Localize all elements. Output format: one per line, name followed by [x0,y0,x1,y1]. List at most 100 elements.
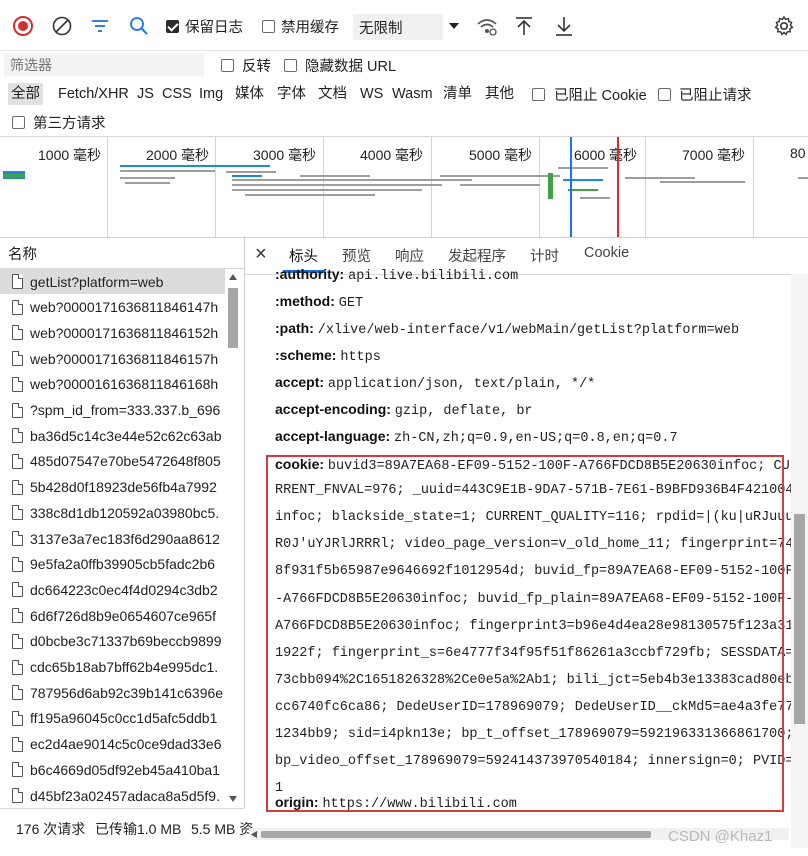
search-icon[interactable] [128,13,150,39]
timeline-tick-label: 7000 毫秒 [682,147,746,163]
type-media[interactable]: 媒体 [232,83,267,105]
scroll-left-arrow-icon[interactable] [251,831,257,838]
disable-cache-check[interactable] [262,19,275,33]
timeline-bar [625,177,695,179]
invert-checkbox[interactable]: 反转 [221,55,271,75]
header-name: accept: [275,374,325,390]
type-doc[interactable]: 文档 [315,83,350,105]
list-item[interactable]: web?0000171636811846147h [0,295,225,320]
blocked-requests-checkbox[interactable]: 已阻止请求 [658,84,752,104]
import-har-icon[interactable] [514,13,534,39]
detail-scroll-thumb[interactable] [794,514,805,724]
timeline-bar [232,184,442,186]
request-name: web?0000161636811846168h [30,376,219,393]
list-item[interactable]: web?0000171636811846157h [0,346,225,371]
timeline-bar [460,184,540,186]
list-item[interactable]: ec2d4ae9014c5c0ce9dad33e6 [0,732,225,757]
preserve-log-checkbox[interactable]: 保留日志 [166,13,243,39]
list-item[interactable]: 3137e3a7ec183f6d290aa8612 [0,526,225,551]
list-item[interactable]: d0bcbe3c71337b69beccb9899 [0,629,225,654]
file-icon [12,274,23,289]
clear-icon[interactable] [51,13,73,39]
header-name: origin: [275,794,319,810]
list-item[interactable]: dc664223c0ec4f4d0294c3db2 [0,577,225,602]
network-conditions-icon[interactable] [476,13,498,39]
list-item[interactable]: 338c8d1db120592a03980bc5. [0,500,225,525]
detail-scrollbar[interactable] [791,274,808,848]
timeline-overview[interactable]: 1000 毫秒 2000 毫秒 3000 毫秒 4000 毫秒 5000 毫秒 … [0,136,808,238]
request-name: ?spm_id_from=333.337.b_696 [30,402,221,418]
detail-horizontal-scroll-thumb[interactable] [261,831,651,838]
list-item[interactable]: cdc65b18ab7bff62b4e995dc1. [0,655,225,680]
header-name: :authority: [275,266,345,282]
filter-input[interactable] [4,53,204,76]
disable-cache-checkbox[interactable]: 禁用缓存 [262,13,339,39]
type-font[interactable]: 字体 [274,83,309,105]
invert-label: 反转 [242,58,271,75]
list-item[interactable]: 787956d6ab92c39b141c6396e [0,680,225,705]
request-name: 485d07547e70be5472648f805 [30,453,221,470]
timeline-tick-label: 6000 毫秒 [574,147,638,163]
tab-response[interactable]: 响应 [395,245,424,266]
tab-timing[interactable]: 计时 [530,245,559,266]
list-item[interactable]: 6d6f726d8b9e0654607ce965f [0,603,225,628]
third-party-checkbox[interactable]: 第三方请求 [12,112,106,132]
tab-cookies[interactable]: Cookie [584,245,629,261]
header-value: api.live.bilibili.com [348,269,519,284]
filter-icon[interactable] [90,13,110,39]
throttle-select[interactable]: 无限制 [353,14,443,40]
type-ws[interactable]: WS [357,83,386,105]
request-list-scrollbar[interactable] [226,272,240,806]
record-stop-icon[interactable] [12,13,34,39]
name-column-label: 名称 [8,247,37,263]
third-party-label: 第三方请求 [33,115,106,132]
list-item[interactable]: b6c4669d05df92eb45a410ba1 [0,757,225,782]
request-name: ff195a96045c0cc1d5afc5ddb1 [30,710,218,727]
name-column-header[interactable]: 名称 [0,236,244,269]
list-item[interactable]: getList?platform=web [0,269,225,294]
tab-headers[interactable]: 标头 [289,245,318,266]
scroll-up-arrow-icon[interactable] [229,274,237,280]
scroll-down-arrow-icon[interactable] [229,796,237,802]
request-name: 5b428d0f18923de56fb4a7992 [30,479,217,496]
file-icon [12,505,23,521]
type-img[interactable]: Img [196,83,226,105]
type-js[interactable]: JS [134,83,157,105]
list-item[interactable]: ?spm_id_from=333.337.b_696 [0,398,225,423]
timeline-bar [563,179,603,181]
blocked-cookies-check[interactable] [532,87,545,101]
blocked-cookies-checkbox[interactable]: 已阻止 Cookie [532,84,647,104]
list-item[interactable]: web?0000171636811846152h [0,320,225,345]
invert-check[interactable] [221,58,234,72]
file-icon [12,453,23,469]
close-icon[interactable]: × [255,243,267,266]
tab-preview[interactable]: 预览 [342,245,371,266]
list-item[interactable]: 485d07547e70be5472648f805 [0,449,225,474]
header-accept-encoding: accept-encoding: gzip, deflate, br [275,401,533,419]
type-fetch-xhr[interactable]: Fetch/XHR [55,83,132,105]
blocked-requests-label: 已阻止请求 [679,87,752,104]
list-item[interactable]: ff195a96045c0cc1d5afc5ddb1 [0,706,225,731]
request-list-scroll-thumb[interactable] [228,288,238,348]
type-wasm[interactable]: Wasm [389,83,436,105]
list-item[interactable]: web?0000161636811846168h [0,372,225,397]
blocked-requests-check[interactable] [658,87,671,101]
preserve-log-check[interactable] [166,19,179,33]
list-item[interactable]: d45bf23a02457adaca8a5d5f9. [0,783,225,808]
header-scheme: :scheme: https [275,347,381,365]
hide-data-url-check[interactable] [284,58,297,72]
type-css[interactable]: CSS [159,83,195,105]
type-all[interactable]: 全部 [8,83,43,105]
chevron-down-icon[interactable] [447,13,461,39]
gear-icon[interactable] [773,13,795,39]
list-item[interactable]: 9e5fa2a0ffb39905cb5fadc2b6 [0,552,225,577]
tab-initiator[interactable]: 发起程序 [448,245,506,266]
list-item[interactable]: ba36d5c14c3e44e52c62c63ab [0,423,225,448]
list-item[interactable]: 5b428d0f18923de56fb4a7992 [0,475,225,500]
request-name: 9e5fa2a0ffb39905cb5fadc2b6 [30,556,216,573]
export-har-icon[interactable] [554,13,574,39]
type-other[interactable]: 其他 [482,83,517,105]
third-party-check[interactable] [12,115,25,129]
type-manifest[interactable]: 清单 [440,83,475,105]
hide-data-url-checkbox[interactable]: 隐藏数据 URL [284,55,396,75]
